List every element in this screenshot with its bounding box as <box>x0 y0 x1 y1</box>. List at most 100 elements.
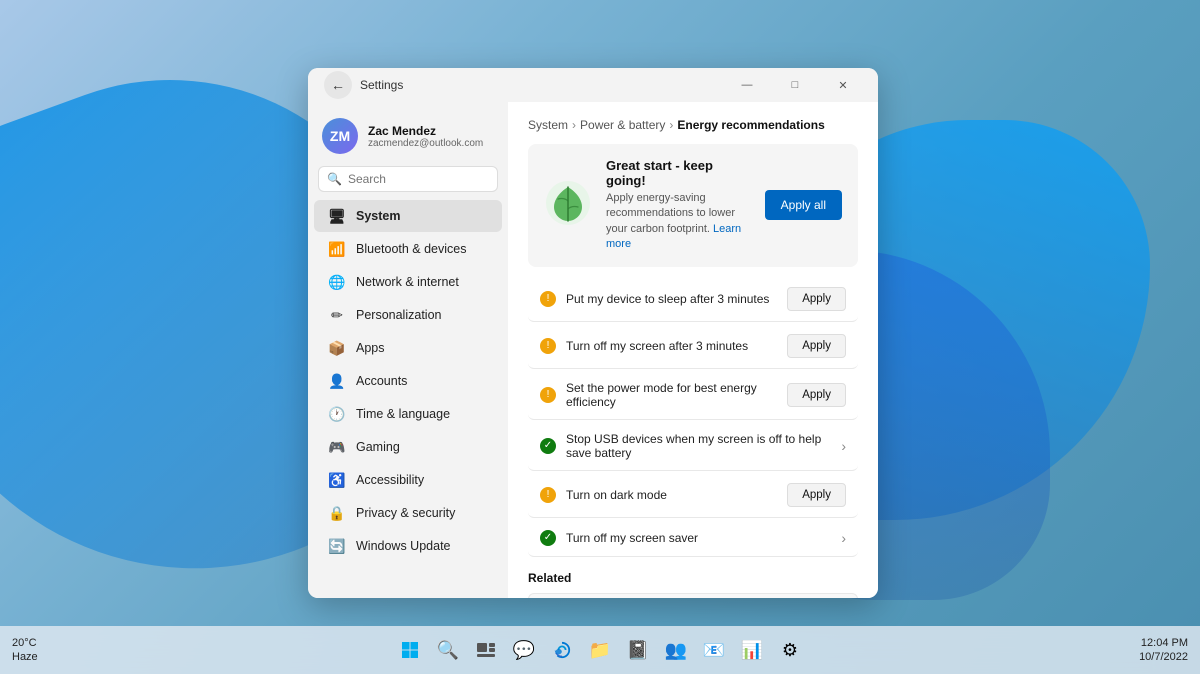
user-profile[interactable]: ZM Zac Mendez zacmendez@outlook.com <box>308 110 508 166</box>
rec-text-screen-saver: Turn off my screen saver <box>566 531 831 545</box>
chat-button[interactable]: 💬 <box>508 634 540 666</box>
rec-row-usb[interactable]: ✓ Stop USB devices when my screen is off… <box>528 422 858 471</box>
network-nav-label: Network & internet <box>356 275 459 289</box>
breadcrumb-power[interactable]: Power & battery <box>580 118 665 132</box>
outlook-button[interactable]: 📧 <box>698 634 730 666</box>
weather-temp: 20°C <box>12 636 38 650</box>
edge-button[interactable] <box>546 634 578 666</box>
sidebar-item-accessibility[interactable]: ♿ Accessibility <box>314 464 502 496</box>
onenote-button[interactable]: 📓 <box>622 634 654 666</box>
breadcrumb: System › Power & battery › Energy recomm… <box>528 118 858 132</box>
chevron-usb: › <box>841 438 846 454</box>
sidebar-item-accounts[interactable]: 👤 Accounts <box>314 365 502 397</box>
breadcrumb-system[interactable]: System <box>528 118 568 132</box>
rec-row-power-mode[interactable]: ! Set the power mode for best energy eff… <box>528 371 858 420</box>
privacy-nav-label: Privacy & security <box>356 506 455 520</box>
rec-row-dark-mode[interactable]: ! Turn on dark mode Apply <box>528 473 858 518</box>
file-explorer-button[interactable]: 📁 <box>584 634 616 666</box>
apply-btn-dark-mode[interactable]: Apply <box>787 483 846 507</box>
breadcrumb-sep-1: › <box>572 118 576 132</box>
bluetooth-nav-icon: 📶 <box>328 240 346 258</box>
minimize-button[interactable]: — <box>724 68 770 102</box>
rec-text-power-mode: Set the power mode for best energy effic… <box>566 381 777 409</box>
apply-btn-screen-off[interactable]: Apply <box>787 334 846 358</box>
time-widget: 12:04 PM 10/7/2022 <box>1139 636 1188 665</box>
sidebar-item-network[interactable]: 🌐 Network & internet <box>314 266 502 298</box>
sidebar-item-personalization[interactable]: ✏ Personalization <box>314 299 502 331</box>
hero-card: Great start - keep going! Apply energy-s… <box>528 144 858 267</box>
window-body: ZM Zac Mendez zacmendez@outlook.com 🔍 🖥 … <box>308 102 878 598</box>
recommendations-list: ! Put my device to sleep after 3 minutes… <box>528 277 858 557</box>
sidebar-item-privacy[interactable]: 🔒 Privacy & security <box>314 497 502 529</box>
nav-list: 🖥 System 📶 Bluetooth & devices 🌐 Network… <box>308 200 508 562</box>
user-name: Zac Mendez <box>368 124 483 138</box>
sidebar-item-apps[interactable]: 📦 Apps <box>314 332 502 364</box>
gaming-nav-label: Gaming <box>356 440 400 454</box>
search-box[interactable]: 🔍 <box>318 166 498 192</box>
teams-button[interactable]: 👥 <box>660 634 692 666</box>
settings-taskbar-button[interactable]: ⚙ <box>774 634 806 666</box>
breadcrumb-sep-2: › <box>669 118 673 132</box>
clock-time: 12:04 PM <box>1139 636 1188 650</box>
start-button[interactable] <box>394 634 426 666</box>
accessibility-nav-icon: ♿ <box>328 471 346 489</box>
status-icon-screen-saver: ✓ <box>540 530 556 546</box>
apply-btn-sleep[interactable]: Apply <box>787 287 846 311</box>
sidebar-item-system[interactable]: 🖥 System <box>314 200 502 232</box>
weather-widget: 20°C Haze <box>12 636 38 665</box>
taskbar-right: 12:04 PM 10/7/2022 <box>1139 636 1188 665</box>
system-nav-icon: 🖥 <box>328 207 346 225</box>
status-icon-screen-off: ! <box>540 338 556 354</box>
accounts-nav-icon: 👤 <box>328 372 346 390</box>
rec-text-dark-mode: Turn on dark mode <box>566 488 777 502</box>
accessibility-nav-label: Accessibility <box>356 473 424 487</box>
task-view-button[interactable] <box>470 634 502 666</box>
sidebar-item-bluetooth[interactable]: 📶 Bluetooth & devices <box>314 233 502 265</box>
hero-description: Apply energy-saving recommendations to l… <box>606 191 751 253</box>
powerpoint-button[interactable]: 📊 <box>736 634 768 666</box>
sidebar-item-update[interactable]: 🔄 Windows Update <box>314 530 502 562</box>
time-nav-label: Time & language <box>356 407 450 421</box>
maximize-button[interactable]: □ <box>772 68 818 102</box>
related-title: Related <box>528 571 858 585</box>
network-nav-icon: 🌐 <box>328 273 346 291</box>
related-row-edge-efficiency[interactable]: More about efficiency mode for Microsoft… <box>528 593 858 598</box>
window-titlebar: ← Settings — □ ✕ <box>308 68 878 102</box>
taskbar-center: 🔍 💬 📁 📓 👥 📧 📊 ⚙ <box>394 634 806 666</box>
main-content: System › Power & battery › Energy recomm… <box>508 102 878 598</box>
back-button[interactable]: ← <box>324 71 352 99</box>
hero-title: Great start - keep going! <box>606 158 751 188</box>
sidebar: ZM Zac Mendez zacmendez@outlook.com 🔍 🖥 … <box>308 102 508 598</box>
status-icon-sleep: ! <box>540 291 556 307</box>
update-nav-icon: 🔄 <box>328 537 346 555</box>
sidebar-item-gaming[interactable]: 🎮 Gaming <box>314 431 502 463</box>
search-icon: 🔍 <box>327 172 342 186</box>
sidebar-item-time[interactable]: 🕐 Time & language <box>314 398 502 430</box>
accounts-nav-label: Accounts <box>356 374 407 388</box>
search-input[interactable] <box>348 172 489 186</box>
search-taskbar-button[interactable]: 🔍 <box>432 634 464 666</box>
system-nav-label: System <box>356 209 400 223</box>
rec-row-screen-off[interactable]: ! Turn off my screen after 3 minutes App… <box>528 324 858 369</box>
chevron-screen-saver: › <box>841 530 846 546</box>
personalization-nav-label: Personalization <box>356 308 441 322</box>
apply-all-button[interactable]: Apply all <box>765 190 842 220</box>
breadcrumb-current: Energy recommendations <box>677 118 824 132</box>
avatar: ZM <box>322 118 358 154</box>
apply-btn-power-mode[interactable]: Apply <box>787 383 846 407</box>
close-button[interactable]: ✕ <box>820 68 866 102</box>
window-title: Settings <box>360 78 403 92</box>
rec-row-screen-saver[interactable]: ✓ Turn off my screen saver › <box>528 520 858 557</box>
personalization-nav-icon: ✏ <box>328 306 346 324</box>
related-list: More about efficiency mode for Microsoft… <box>528 593 858 598</box>
update-nav-label: Windows Update <box>356 539 451 553</box>
status-icon-power-mode: ! <box>540 387 556 403</box>
taskbar: 20°C Haze 🔍 💬 <box>0 626 1200 674</box>
settings-window: ← Settings — □ ✕ ZM Zac Mendez zacmendez… <box>308 68 878 598</box>
rec-row-sleep[interactable]: ! Put my device to sleep after 3 minutes… <box>528 277 858 322</box>
user-info: Zac Mendez zacmendez@outlook.com <box>368 124 483 149</box>
weather-condition: Haze <box>12 650 38 664</box>
rec-text-usb: Stop USB devices when my screen is off t… <box>566 432 831 460</box>
time-nav-icon: 🕐 <box>328 405 346 423</box>
apps-nav-label: Apps <box>356 341 385 355</box>
